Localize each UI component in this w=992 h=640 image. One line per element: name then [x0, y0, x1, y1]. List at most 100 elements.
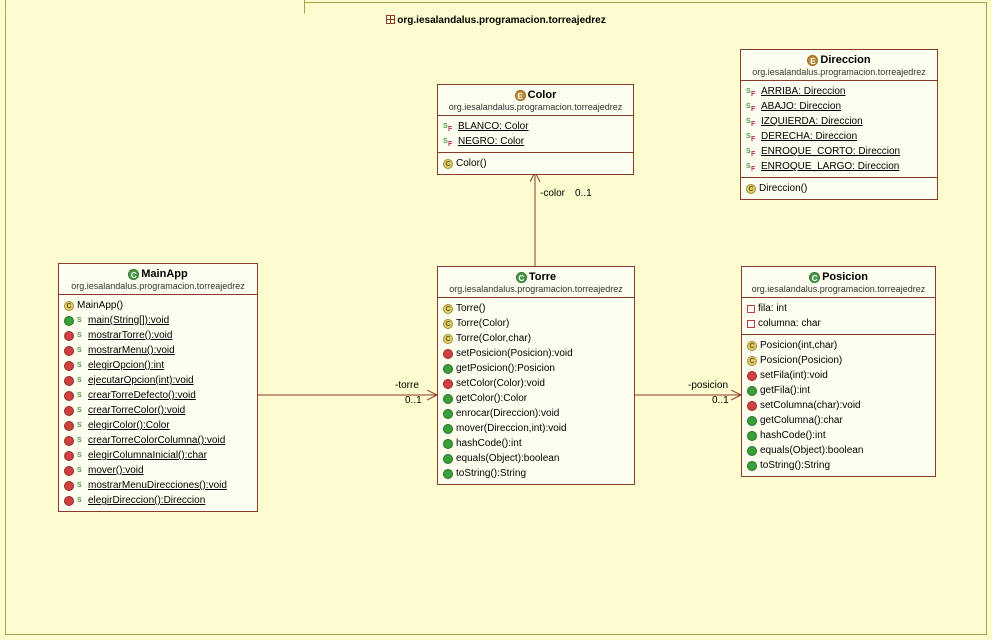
static-final-badge: [746, 147, 758, 157]
member-row[interactable]: getPosicion():Posicion: [443, 361, 629, 376]
class-mainapp[interactable]: CMainApp org.iesalandalus.programacion.t…: [58, 263, 258, 512]
member-signature: getPosicion():Posicion: [456, 362, 555, 375]
assoc-role-torre: -torre: [395, 380, 419, 391]
class-header: EColor org.iesalandalus.programacion.tor…: [438, 85, 633, 116]
enum-literal-row[interactable]: ARRIBA: Direccion: [746, 84, 932, 99]
member-signature: equals(Object):boolean: [456, 452, 559, 465]
member-row[interactable]: MainApp(): [64, 298, 252, 313]
class-icon: C: [809, 272, 820, 283]
visibility-icon: [64, 451, 74, 461]
member-row[interactable]: crearTorreColorColumna():void: [64, 433, 252, 448]
attribute-row[interactable]: fila: int: [747, 301, 930, 316]
member-signature: Posicion(int,char): [760, 339, 837, 352]
attribute-signature: columna: char: [758, 317, 821, 330]
enum-literal-row[interactable]: ABAJO: Direccion: [746, 99, 932, 114]
literal-signature: ABAJO: Direccion: [761, 100, 841, 113]
static-badge: [77, 451, 85, 461]
visibility-icon: [443, 454, 453, 464]
enum-literal-row[interactable]: ENROQUE_CORTO: Direccion: [746, 144, 932, 159]
member-row[interactable]: equals(Object):boolean: [747, 443, 930, 458]
member-row[interactable]: enrocar(Direccion):void: [443, 406, 629, 421]
member-row[interactable]: Color(): [443, 156, 628, 171]
member-row[interactable]: mostrarTorre():void: [64, 328, 252, 343]
member-row[interactable]: crearTorreColor():void: [64, 403, 252, 418]
member-row[interactable]: mostrarMenuDirecciones():void: [64, 478, 252, 493]
constructor-icon: [747, 356, 757, 366]
package-name: org.iesalandalus.programacion.torreajedr…: [397, 15, 605, 26]
member-row[interactable]: setColumna(char):void: [747, 398, 930, 413]
member-row[interactable]: setPosicion(Posicion):void: [443, 346, 629, 361]
member-signature: crearTorreDefecto():void: [88, 389, 196, 402]
static-final-badge: [746, 162, 758, 172]
member-row[interactable]: Posicion(int,char): [747, 338, 930, 353]
class-posicion[interactable]: CPosicion org.iesalandalus.programacion.…: [741, 266, 936, 477]
member-row[interactable]: ejecutarOpcion(int):void: [64, 373, 252, 388]
visibility-icon: [443, 469, 453, 479]
enum-color[interactable]: EColor org.iesalandalus.programacion.tor…: [437, 84, 634, 175]
member-row[interactable]: elegirColumnaInicial():char: [64, 448, 252, 463]
member-signature: getColor():Color: [456, 392, 527, 405]
member-row[interactable]: Torre(Color): [443, 316, 629, 331]
literals-section: BLANCO: ColorNEGRO: Color: [438, 116, 633, 153]
visibility-icon: [443, 424, 453, 434]
member-signature: hashCode():int: [760, 429, 826, 442]
member-row[interactable]: getColor():Color: [443, 391, 629, 406]
static-badge: [77, 331, 85, 341]
member-signature: setColor(Color):void: [456, 377, 545, 390]
member-row[interactable]: crearTorreDefecto():void: [64, 388, 252, 403]
member-row[interactable]: toString():String: [443, 466, 629, 481]
enum-literal-row[interactable]: BLANCO: Color: [443, 119, 628, 134]
static-badge: [77, 361, 85, 371]
member-row[interactable]: Posicion(Posicion): [747, 353, 930, 368]
member-signature: Posicion(Posicion): [760, 354, 842, 367]
visibility-icon: [747, 371, 757, 381]
class-torre[interactable]: CTorre org.iesalandalus.programacion.tor…: [437, 266, 635, 485]
member-row[interactable]: main(String[]):void: [64, 313, 252, 328]
constructor-icon: [443, 334, 453, 344]
member-row[interactable]: Torre(): [443, 301, 629, 316]
member-signature: elegirOpcion():int: [88, 359, 164, 372]
member-signature: crearTorreColor():void: [88, 404, 185, 417]
constructor-icon: [746, 184, 756, 194]
member-row[interactable]: Torre(Color,char): [443, 331, 629, 346]
member-signature: Direccion(): [759, 182, 807, 195]
package-tab: [5, 0, 305, 14]
literal-signature: ENROQUE_CORTO: Direccion: [761, 145, 900, 158]
member-row[interactable]: mostrarMenu():void: [64, 343, 252, 358]
static-final-badge: [746, 102, 758, 112]
assoc-mult-torre: 0..1: [405, 395, 422, 406]
enum-literal-row[interactable]: IZQUIERDA: Direccion: [746, 114, 932, 129]
static-badge: [77, 421, 85, 431]
enum-direccion[interactable]: EDireccion org.iesalandalus.programacion…: [740, 49, 938, 200]
member-row[interactable]: hashCode():int: [443, 436, 629, 451]
member-row[interactable]: elegirDireccion():Direccion: [64, 493, 252, 508]
member-signature: mover(Direccion,int):void: [456, 422, 567, 435]
enum-literal-row[interactable]: DERECHA: Direccion: [746, 129, 932, 144]
attribute-row[interactable]: columna: char: [747, 316, 930, 331]
member-row[interactable]: setColor(Color):void: [443, 376, 629, 391]
enum-literal-row[interactable]: ENROQUE_LARGO: Direccion: [746, 159, 932, 174]
member-signature: MainApp(): [77, 299, 123, 312]
visibility-icon: [443, 439, 453, 449]
visibility-icon: [443, 379, 453, 389]
member-row[interactable]: mover(Direccion,int):void: [443, 421, 629, 436]
literals-section: ARRIBA: DireccionABAJO: DireccionIZQUIER…: [741, 81, 937, 178]
member-row[interactable]: equals(Object):boolean: [443, 451, 629, 466]
member-signature: hashCode():int: [456, 437, 522, 450]
member-row[interactable]: mover():void: [64, 463, 252, 478]
member-row[interactable]: setFila(int):void: [747, 368, 930, 383]
member-row[interactable]: toString():String: [747, 458, 930, 473]
member-row[interactable]: elegirOpcion():int: [64, 358, 252, 373]
member-signature: mover():void: [88, 464, 144, 477]
member-row[interactable]: getFila():int: [747, 383, 930, 398]
member-row[interactable]: elegirColor():Color: [64, 418, 252, 433]
visibility-icon: [64, 481, 74, 491]
constructor-icon: [443, 319, 453, 329]
member-row[interactable]: getColumna():char: [747, 413, 930, 428]
visibility-icon: [64, 376, 74, 386]
member-signature: elegirColumnaInicial():char: [88, 449, 207, 462]
visibility-icon: [747, 305, 755, 313]
member-row[interactable]: hashCode():int: [747, 428, 930, 443]
member-row[interactable]: Direccion(): [746, 181, 932, 196]
enum-literal-row[interactable]: NEGRO: Color: [443, 134, 628, 149]
